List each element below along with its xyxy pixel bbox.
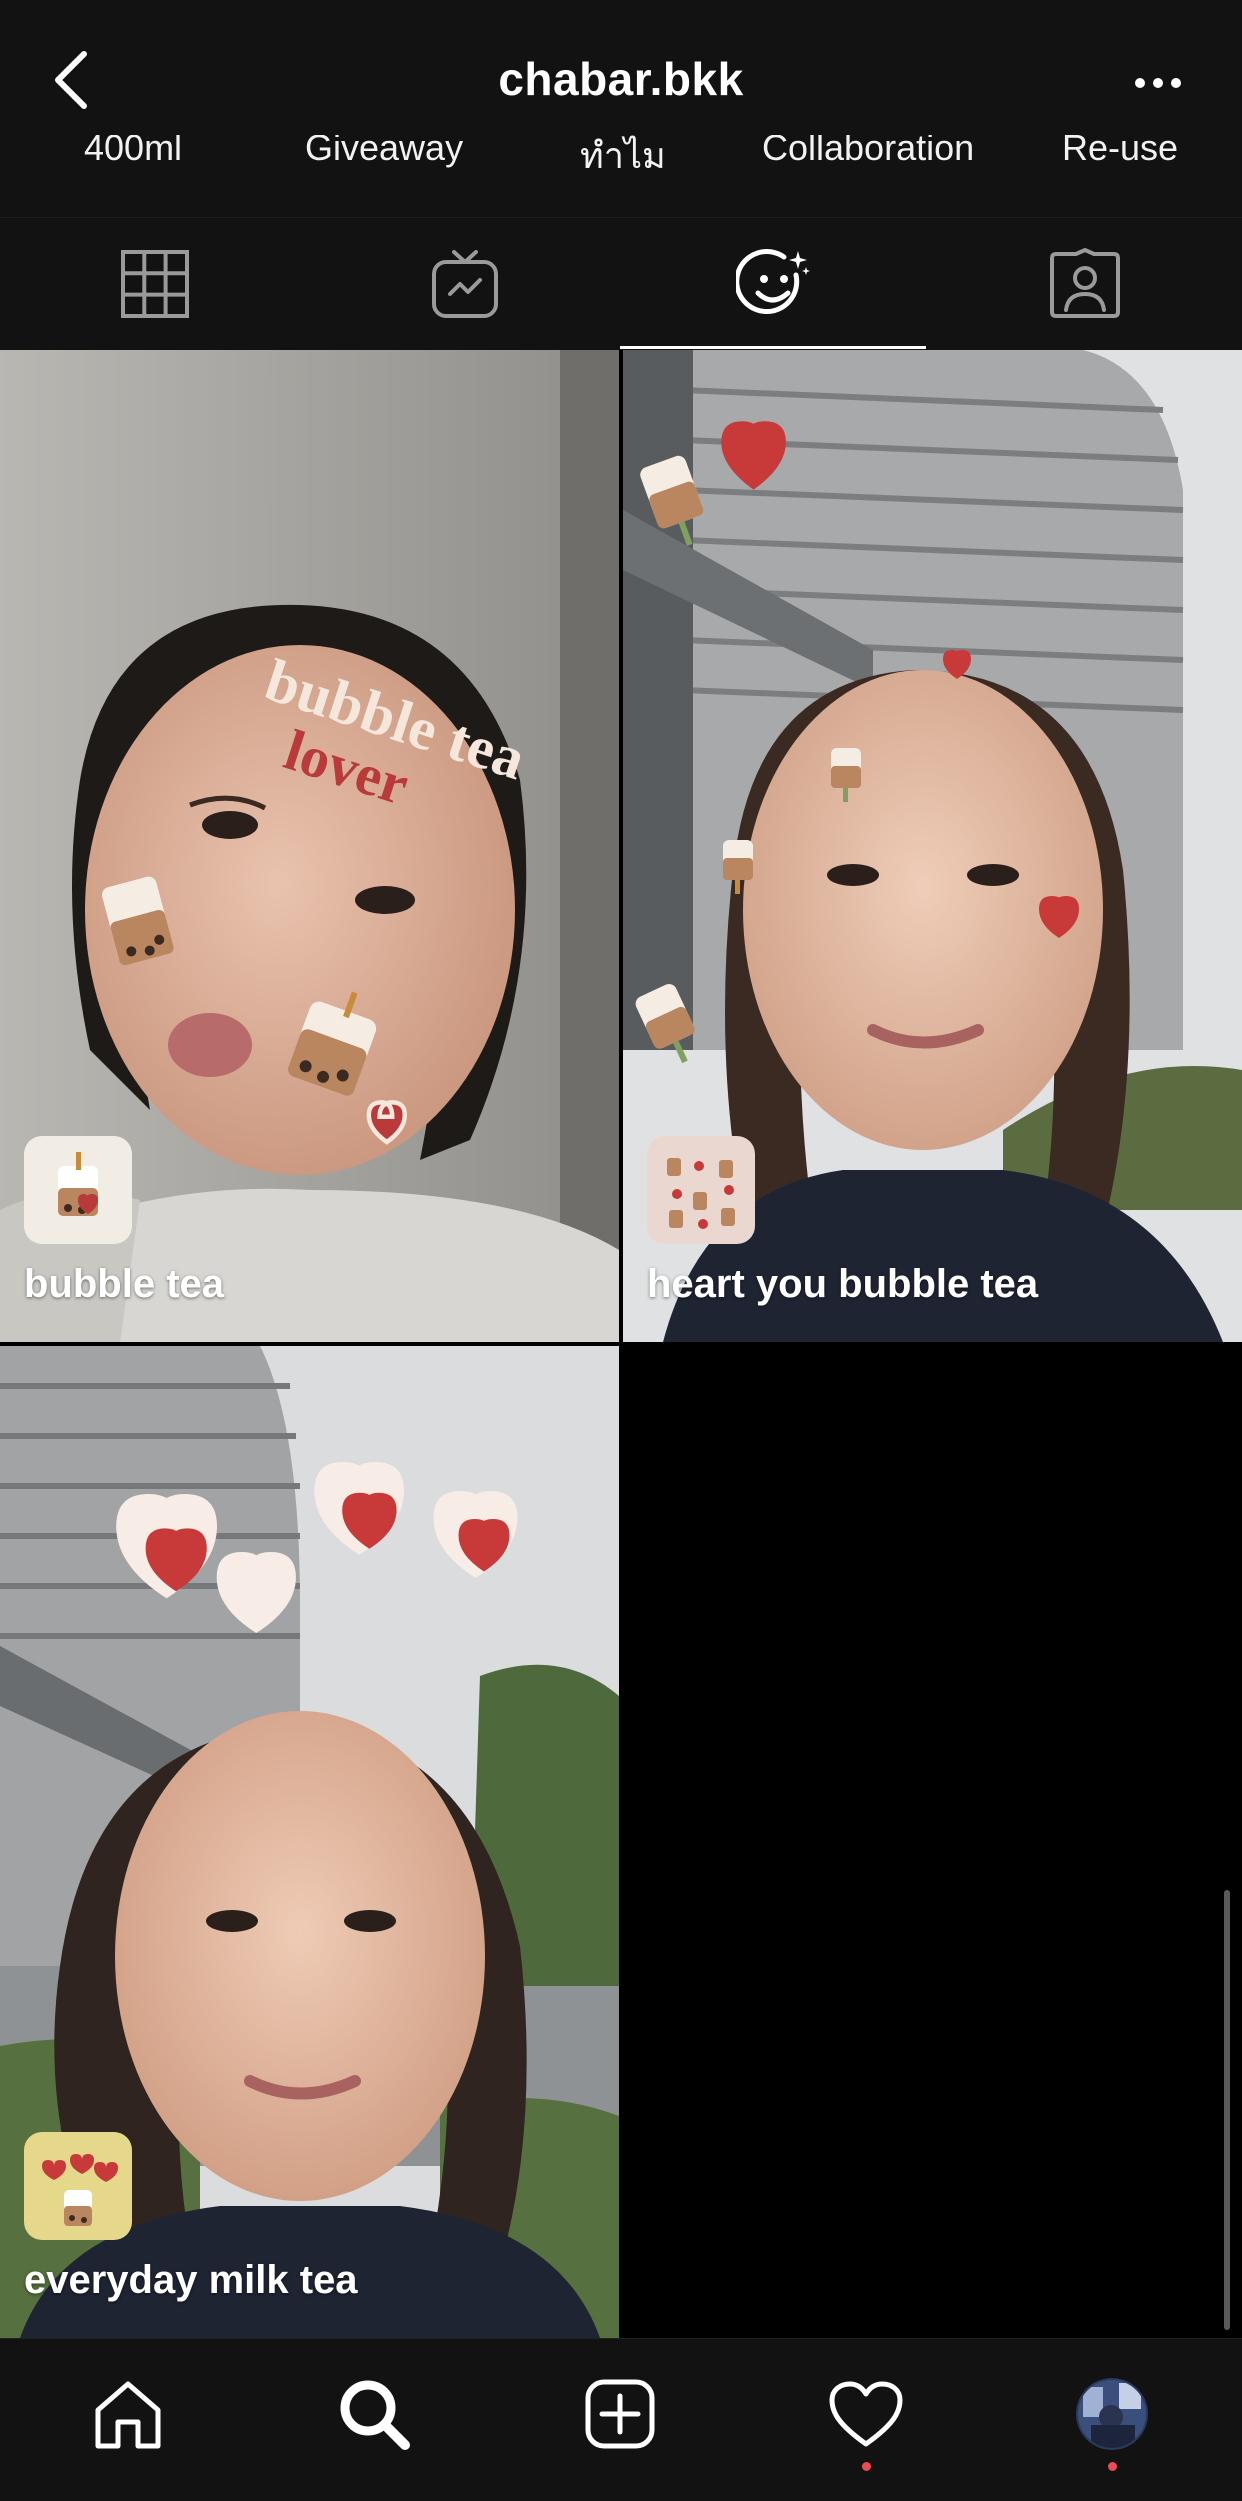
- profile-tab-bar: [0, 217, 1242, 350]
- empty-grid-slot: [623, 1346, 1242, 2338]
- tab-effects[interactable]: [620, 218, 930, 350]
- effect-tile-everyday-milk-tea[interactable]: everyday milk tea: [0, 1346, 619, 2338]
- search-icon: [340, 2380, 410, 2450]
- effect-tile-heart-you-bubble-tea[interactable]: heart you bubble tea: [623, 350, 1242, 1342]
- igtv-icon: [432, 250, 498, 318]
- tagged-person-icon: [1050, 248, 1120, 318]
- bubble-tea-icon: [58, 1152, 98, 1216]
- effect-thumbnail: [24, 1136, 132, 1244]
- effect-thumbnail: [647, 1136, 755, 1244]
- story-highlights-strip[interactable]: 400ml Giveaway ทำไม Collaboration Re-use: [0, 135, 1242, 217]
- active-tab-indicator: [620, 346, 926, 349]
- highlight-label[interactable]: Re-use: [1062, 135, 1178, 169]
- effect-name: heart you bubble tea: [647, 1262, 1039, 1306]
- profile-avatar: [1076, 2378, 1148, 2450]
- highlight-label[interactable]: 400ml: [84, 135, 182, 169]
- effect-name: bubble tea: [24, 1262, 225, 1306]
- effects-face-icon: [736, 249, 810, 315]
- effect-thumbnail: [24, 2132, 132, 2240]
- tab-posts-grid[interactable]: [0, 218, 310, 350]
- effect-tile-bubble-tea[interactable]: bubble tea lover bubble tea: [0, 350, 619, 1342]
- more-options-button[interactable]: [1134, 76, 1182, 90]
- grid-icon: [121, 250, 189, 318]
- activity-notification-dot: [862, 2462, 871, 2471]
- home-icon: [95, 2381, 161, 2449]
- scrollbar[interactable]: [1224, 1890, 1230, 2330]
- heart-bubble-tea-pattern-icon: [667, 1158, 735, 1229]
- profile-notification-dot: [1108, 2462, 1117, 2471]
- top-bar: chabar.bkk: [0, 0, 1242, 135]
- highlight-label[interactable]: ทำไม: [580, 135, 666, 184]
- highlight-label[interactable]: Giveaway: [305, 135, 463, 169]
- nav-profile[interactable]: [1062, 2369, 1162, 2459]
- milk-tea-hearts-icon: [42, 2154, 118, 2226]
- effect-name: everyday milk tea: [24, 2258, 358, 2302]
- tab-tagged[interactable]: [930, 218, 1240, 350]
- nav-home[interactable]: [78, 2369, 178, 2459]
- bottom-navigation: [0, 2338, 1242, 2501]
- page-title: chabar.bkk: [498, 53, 744, 105]
- nav-activity[interactable]: [816, 2369, 916, 2459]
- nav-search[interactable]: [324, 2369, 424, 2459]
- tab-igtv[interactable]: [310, 218, 620, 350]
- new-post-icon: [585, 2379, 655, 2449]
- activity-heart-icon: [829, 2381, 903, 2447]
- effects-grid: bubble tea lover bubble tea heart you bu…: [0, 350, 1242, 2338]
- highlight-label[interactable]: Collaboration: [762, 135, 974, 169]
- nav-new-post[interactable]: [570, 2369, 670, 2459]
- more-horizontal-icon: [1135, 78, 1181, 88]
